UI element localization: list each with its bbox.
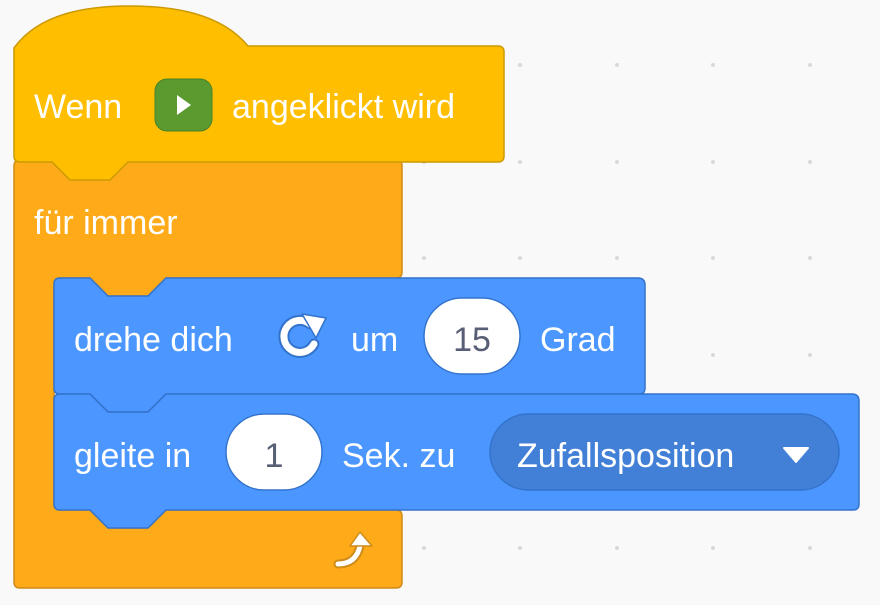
hat-label-wenn: Wenn — [34, 88, 122, 126]
target-value: Zufallsposition — [517, 437, 734, 475]
grid-dot — [711, 256, 715, 260]
when-flag-clicked-block[interactable]: Wenn angeklickt wird — [13, 5, 505, 181]
grid-dot — [808, 546, 812, 550]
turn-label-grad: Grad — [540, 321, 616, 359]
grid-dot — [615, 546, 619, 550]
grid-dot — [422, 546, 426, 550]
degrees-value: 15 — [453, 321, 491, 359]
hat-label-angeklickt: angeklickt wird — [232, 88, 455, 126]
glide-label-gleite: gleite in — [74, 437, 191, 475]
grid-dot — [711, 546, 715, 550]
turn-right-block[interactable]: drehe dich um 15 Grad — [53, 277, 646, 413]
forever-label: für immer — [34, 204, 178, 242]
grid-dot — [808, 63, 812, 67]
grid-dot — [518, 160, 522, 164]
seconds-input[interactable]: 1 — [225, 413, 323, 491]
grid-dot — [808, 160, 812, 164]
green-flag-icon — [154, 78, 213, 132]
grid-dot — [615, 160, 619, 164]
seconds-value: 1 — [265, 437, 284, 475]
grid-dot — [808, 353, 812, 357]
script-workspace[interactable]: für immer Wenn angeklickt wird drehe dic… — [0, 0, 880, 605]
grid-dot — [808, 256, 812, 260]
glide-to-block[interactable]: gleite in 1 Sek. zu Zufallsposition — [53, 393, 860, 529]
degrees-input[interactable]: 15 — [423, 297, 521, 375]
grid-dot — [711, 160, 715, 164]
turn-label-um: um — [351, 321, 398, 359]
grid-dot — [518, 63, 522, 67]
grid-dot — [711, 63, 715, 67]
grid-dot — [518, 546, 522, 550]
grid-dot — [422, 256, 426, 260]
grid-dot — [615, 256, 619, 260]
grid-dot — [518, 256, 522, 260]
grid-dot — [711, 353, 715, 357]
grid-dot — [615, 63, 619, 67]
target-dropdown[interactable]: Zufallsposition — [489, 413, 840, 491]
glide-label-sek: Sek. zu — [342, 437, 455, 475]
turn-label-drehe: drehe dich — [74, 321, 233, 359]
